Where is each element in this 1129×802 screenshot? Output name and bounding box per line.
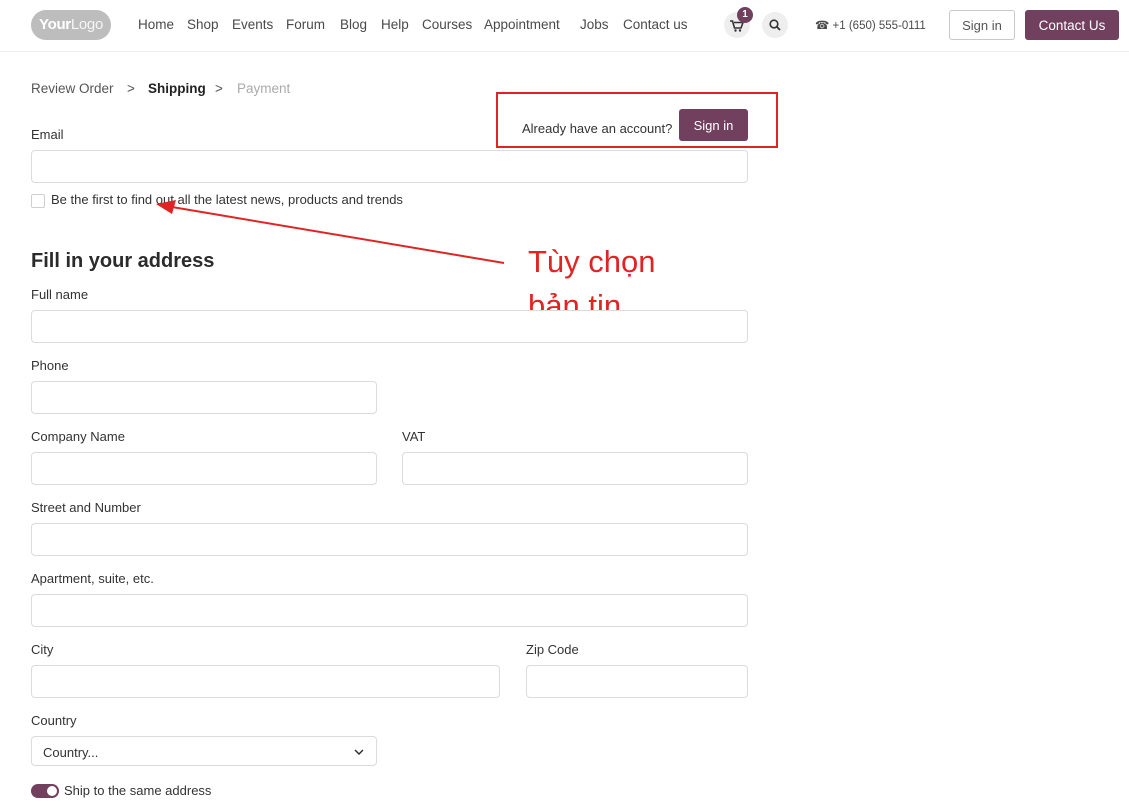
country-select-value: Country... — [43, 745, 99, 760]
nav-courses[interactable]: Courses — [422, 17, 472, 32]
nav-jobs[interactable]: Jobs — [580, 17, 609, 32]
breadcrumb-payment: Payment — [237, 81, 291, 96]
nav-events[interactable]: Events — [232, 17, 273, 32]
nav-contact-us[interactable]: Contact us — [623, 17, 688, 32]
cart-count-badge: 1 — [737, 7, 753, 23]
phone-icon: ☎ — [815, 20, 830, 32]
vat-label: VAT — [402, 429, 426, 444]
nav-forum[interactable]: Forum — [286, 17, 325, 32]
phone-label: Phone — [31, 358, 69, 373]
nav-appointment[interactable]: Appointment — [484, 17, 560, 32]
phone-number: +1 (650) 555-0111 — [832, 20, 926, 32]
nav-shop[interactable]: Shop — [187, 17, 219, 32]
street-field[interactable] — [31, 523, 748, 556]
breadcrumb-shipping: Shipping — [148, 81, 206, 96]
contact-us-button[interactable]: Contact Us — [1025, 10, 1119, 40]
toggle-knob — [47, 786, 57, 796]
search-icon — [769, 19, 781, 31]
email-field[interactable] — [31, 150, 748, 183]
breadcrumb-review-order[interactable]: Review Order — [31, 81, 114, 96]
country-select[interactable]: Country... — [31, 736, 377, 766]
annotation-line-1: Tùy chọn — [528, 244, 656, 279]
ship-same-address-label[interactable]: Ship to the same address — [64, 783, 211, 798]
logo[interactable]: YourLogo — [31, 10, 111, 40]
account-prompt: Already have an account? — [522, 121, 673, 136]
nav-blog[interactable]: Blog — [340, 17, 367, 32]
country-label: Country — [31, 713, 77, 728]
full-name-label: Full name — [31, 287, 89, 302]
zip-code-label: Zip Code — [526, 642, 579, 657]
breadcrumb-separator: > — [215, 81, 223, 96]
search-button[interactable] — [762, 12, 788, 38]
apartment-field[interactable] — [31, 594, 748, 627]
phone-link[interactable]: ☎ +1 (650) 555-0111 — [815, 18, 926, 32]
ship-same-address-toggle[interactable] — [31, 784, 59, 798]
company-name-field[interactable] — [31, 452, 377, 485]
city-label: City — [31, 642, 54, 657]
street-label: Street and Number — [31, 500, 141, 515]
zip-code-field[interactable] — [526, 665, 748, 698]
cart-button[interactable]: 1 — [724, 7, 753, 38]
newsletter-checkbox[interactable] — [31, 194, 45, 208]
full-name-field[interactable] — [31, 310, 748, 343]
address-heading: Fill in your address — [31, 250, 215, 272]
nav-help[interactable]: Help — [381, 17, 409, 32]
city-field[interactable] — [31, 665, 500, 698]
vat-field[interactable] — [402, 452, 748, 485]
checkout-sign-in-button[interactable]: Sign in — [679, 109, 748, 141]
nav-home[interactable]: Home — [138, 17, 174, 32]
phone-field[interactable] — [31, 381, 377, 414]
header-divider — [0, 51, 1129, 52]
header-sign-in-button[interactable]: Sign in — [949, 10, 1015, 40]
email-label: Email — [31, 127, 64, 142]
breadcrumb-separator: > — [127, 81, 135, 96]
chevron-down-icon — [354, 749, 364, 755]
apartment-label: Apartment, suite, etc. — [31, 571, 154, 586]
company-name-label: Company Name — [31, 429, 125, 444]
